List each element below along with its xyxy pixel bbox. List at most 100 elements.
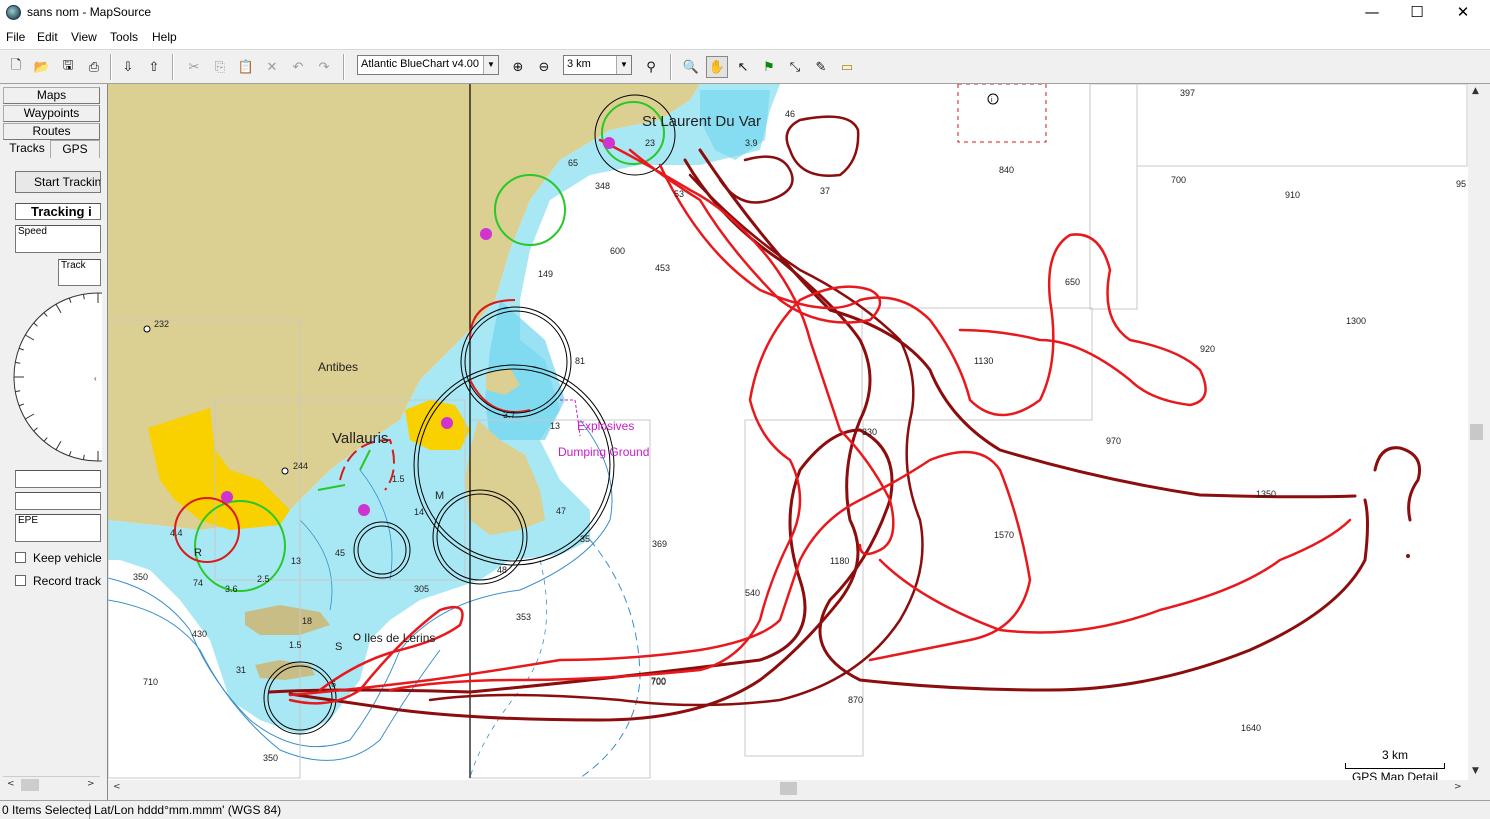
track-tool-icon[interactable]: ✎ xyxy=(810,56,832,78)
depth-sounding: 23 xyxy=(645,138,656,148)
menu-tools[interactable]: Tools xyxy=(110,30,138,44)
zoom-out-icon[interactable]: ⊖ xyxy=(533,56,555,78)
tab-gps[interactable]: GPS xyxy=(50,140,100,158)
depth-sounding: 3.9 xyxy=(745,138,758,148)
toolbar-separator xyxy=(110,54,112,80)
depth-sounding: 95 xyxy=(1456,179,1467,189)
info-icon[interactable] xyxy=(987,93,999,105)
depth-sounding: 1130 xyxy=(974,356,994,366)
depth-sounding: 2.5 xyxy=(257,574,270,584)
map-product-select[interactable]: Atlantic BlueChart v4.00 ▼ xyxy=(357,55,499,75)
depth-sounding: 650 xyxy=(1065,277,1081,287)
keep-vehicle-label: Keep vehicle xyxy=(33,551,102,565)
depth-sounding: 840 xyxy=(999,165,1015,175)
delete-icon[interactable]: ✕ xyxy=(261,56,283,78)
restricted-area-box xyxy=(957,84,1047,143)
label-s: S xyxy=(335,641,343,653)
maximize-button[interactable]: ☐ xyxy=(1394,0,1440,27)
depth-sounding: 65 xyxy=(568,158,579,168)
zoom-in-icon[interactable]: ⊕ xyxy=(507,56,529,78)
start-tracking-button[interactable]: Start Tracking xyxy=(15,171,101,193)
gps-data-field-2 xyxy=(15,492,101,510)
menu-help[interactable]: Help xyxy=(152,30,177,44)
label-explosives: Explosives xyxy=(577,419,635,433)
keep-vehicle-checkbox[interactable] xyxy=(15,552,26,563)
depth-sounding: 13 xyxy=(550,421,561,431)
hand-pan-tool-icon[interactable]: ✋ xyxy=(706,56,728,78)
depth-sounding: 397 xyxy=(1180,88,1196,98)
compass-dial: ‹ xyxy=(13,292,102,462)
close-button[interactable]: ✕ xyxy=(1440,0,1486,27)
new-file-icon[interactable]: 🗋 xyxy=(5,56,27,78)
depth-sounding: 3.7 xyxy=(503,410,516,420)
map-product-value: Atlantic BlueChart v4.00 xyxy=(361,58,480,70)
menu-file[interactable]: File xyxy=(6,30,25,44)
chevron-down-icon: ▼ xyxy=(616,56,631,74)
depth-sounding: 53 xyxy=(674,189,685,199)
cut-icon[interactable]: ✂ xyxy=(183,56,205,78)
waypoint-flag-tool-icon[interactable]: ⚑ xyxy=(758,56,780,78)
depth-sounding: 710 xyxy=(143,677,159,687)
horizontal-scroll-thumb[interactable] xyxy=(780,782,797,795)
redo-icon[interactable]: ↷ xyxy=(313,56,335,78)
scroll-up-icon[interactable]: ▲ xyxy=(1472,86,1479,96)
send-to-device-icon[interactable]: ⇧ xyxy=(143,56,165,78)
depth-sounding: 540 xyxy=(745,588,761,598)
depth-sounding: 600 xyxy=(610,246,626,256)
speed-label: Speed xyxy=(18,226,47,237)
depth-sounding: 4.4 xyxy=(170,528,183,538)
title-bar: sans nom - MapSource — ☐ ✕ xyxy=(0,0,1490,27)
depth-sounding: 910 xyxy=(1285,190,1301,200)
zoom-scale-select[interactable]: 3 km ▼ xyxy=(563,55,632,75)
scale-line xyxy=(1345,763,1445,769)
depth-sounding: 48 xyxy=(497,565,508,575)
paste-icon[interactable]: 📋 xyxy=(235,56,257,78)
depth-sounding: 1570 xyxy=(994,530,1015,540)
tab-tracks[interactable]: Tracks xyxy=(4,140,50,158)
receive-from-device-icon[interactable]: ⇩ xyxy=(117,56,139,78)
depth-sounding: 305 xyxy=(414,584,430,594)
depth-sounding: 46 xyxy=(785,109,796,119)
tab-waypoints[interactable]: Waypoints xyxy=(3,105,100,122)
map-vertical-scrollbar[interactable]: ▲ ▼ xyxy=(1468,84,1485,780)
depth-sounding: 369 xyxy=(652,539,668,549)
print-icon[interactable]: ⎙ xyxy=(83,56,105,78)
depth-sounding: 74 xyxy=(193,578,204,588)
scroll-thumb[interactable] xyxy=(21,779,39,791)
scroll-left-icon[interactable]: < xyxy=(7,779,15,789)
depth-sounding: 1350 xyxy=(1256,489,1277,499)
save-icon[interactable]: 🖫 xyxy=(57,56,79,78)
depth-sounding: 31 xyxy=(236,665,247,675)
menu-view[interactable]: View xyxy=(71,30,97,44)
select-arrow-tool-icon[interactable]: ↖ xyxy=(732,56,754,78)
selection-count: 0 Items Selected xyxy=(2,803,92,819)
sidebar-horizontal-scrollbar[interactable]: < > xyxy=(3,776,100,793)
depth-sounding: 920 xyxy=(1200,344,1216,354)
scroll-left-icon[interactable]: < xyxy=(113,782,121,792)
open-folder-icon[interactable]: 📂 xyxy=(31,56,53,78)
depth-sounding: 350 xyxy=(133,572,149,582)
map-horizontal-scrollbar[interactable]: < > xyxy=(108,780,1468,797)
scroll-down-icon[interactable]: ▼ xyxy=(1472,766,1479,776)
tab-routes[interactable]: Routes xyxy=(3,123,100,140)
map-canvas[interactable]: i St Laurent Du Var Antibes Vallauris Il… xyxy=(108,84,1468,780)
record-track-checkbox[interactable] xyxy=(15,575,26,586)
find-binoculars-icon[interactable]: ⚲ xyxy=(640,56,662,78)
route-tool-icon[interactable]: ⤡ xyxy=(784,56,806,78)
depth-sounding: 149 xyxy=(538,269,554,279)
depth-sounding: 348 xyxy=(595,181,611,191)
tab-maps[interactable]: Maps xyxy=(3,87,100,104)
minimize-button[interactable]: — xyxy=(1349,0,1395,27)
menu-edit[interactable]: Edit xyxy=(37,30,58,44)
depth-sounding: 81 xyxy=(575,356,586,366)
depth-sounding: 3.6 xyxy=(225,584,238,594)
measure-ruler-tool-icon[interactable]: ▭ xyxy=(836,56,858,78)
depth-sounding: 232 xyxy=(154,319,170,329)
zoom-tool-icon[interactable]: 🔍 xyxy=(680,56,702,78)
scroll-right-icon[interactable]: > xyxy=(87,779,95,789)
vertical-scroll-thumb[interactable] xyxy=(1470,424,1483,440)
place-st-laurent-du-var: St Laurent Du Var xyxy=(642,113,761,130)
undo-icon[interactable]: ↶ xyxy=(287,56,309,78)
copy-icon[interactable]: ⎘ xyxy=(209,56,231,78)
scroll-right-icon[interactable]: > xyxy=(1454,782,1462,792)
